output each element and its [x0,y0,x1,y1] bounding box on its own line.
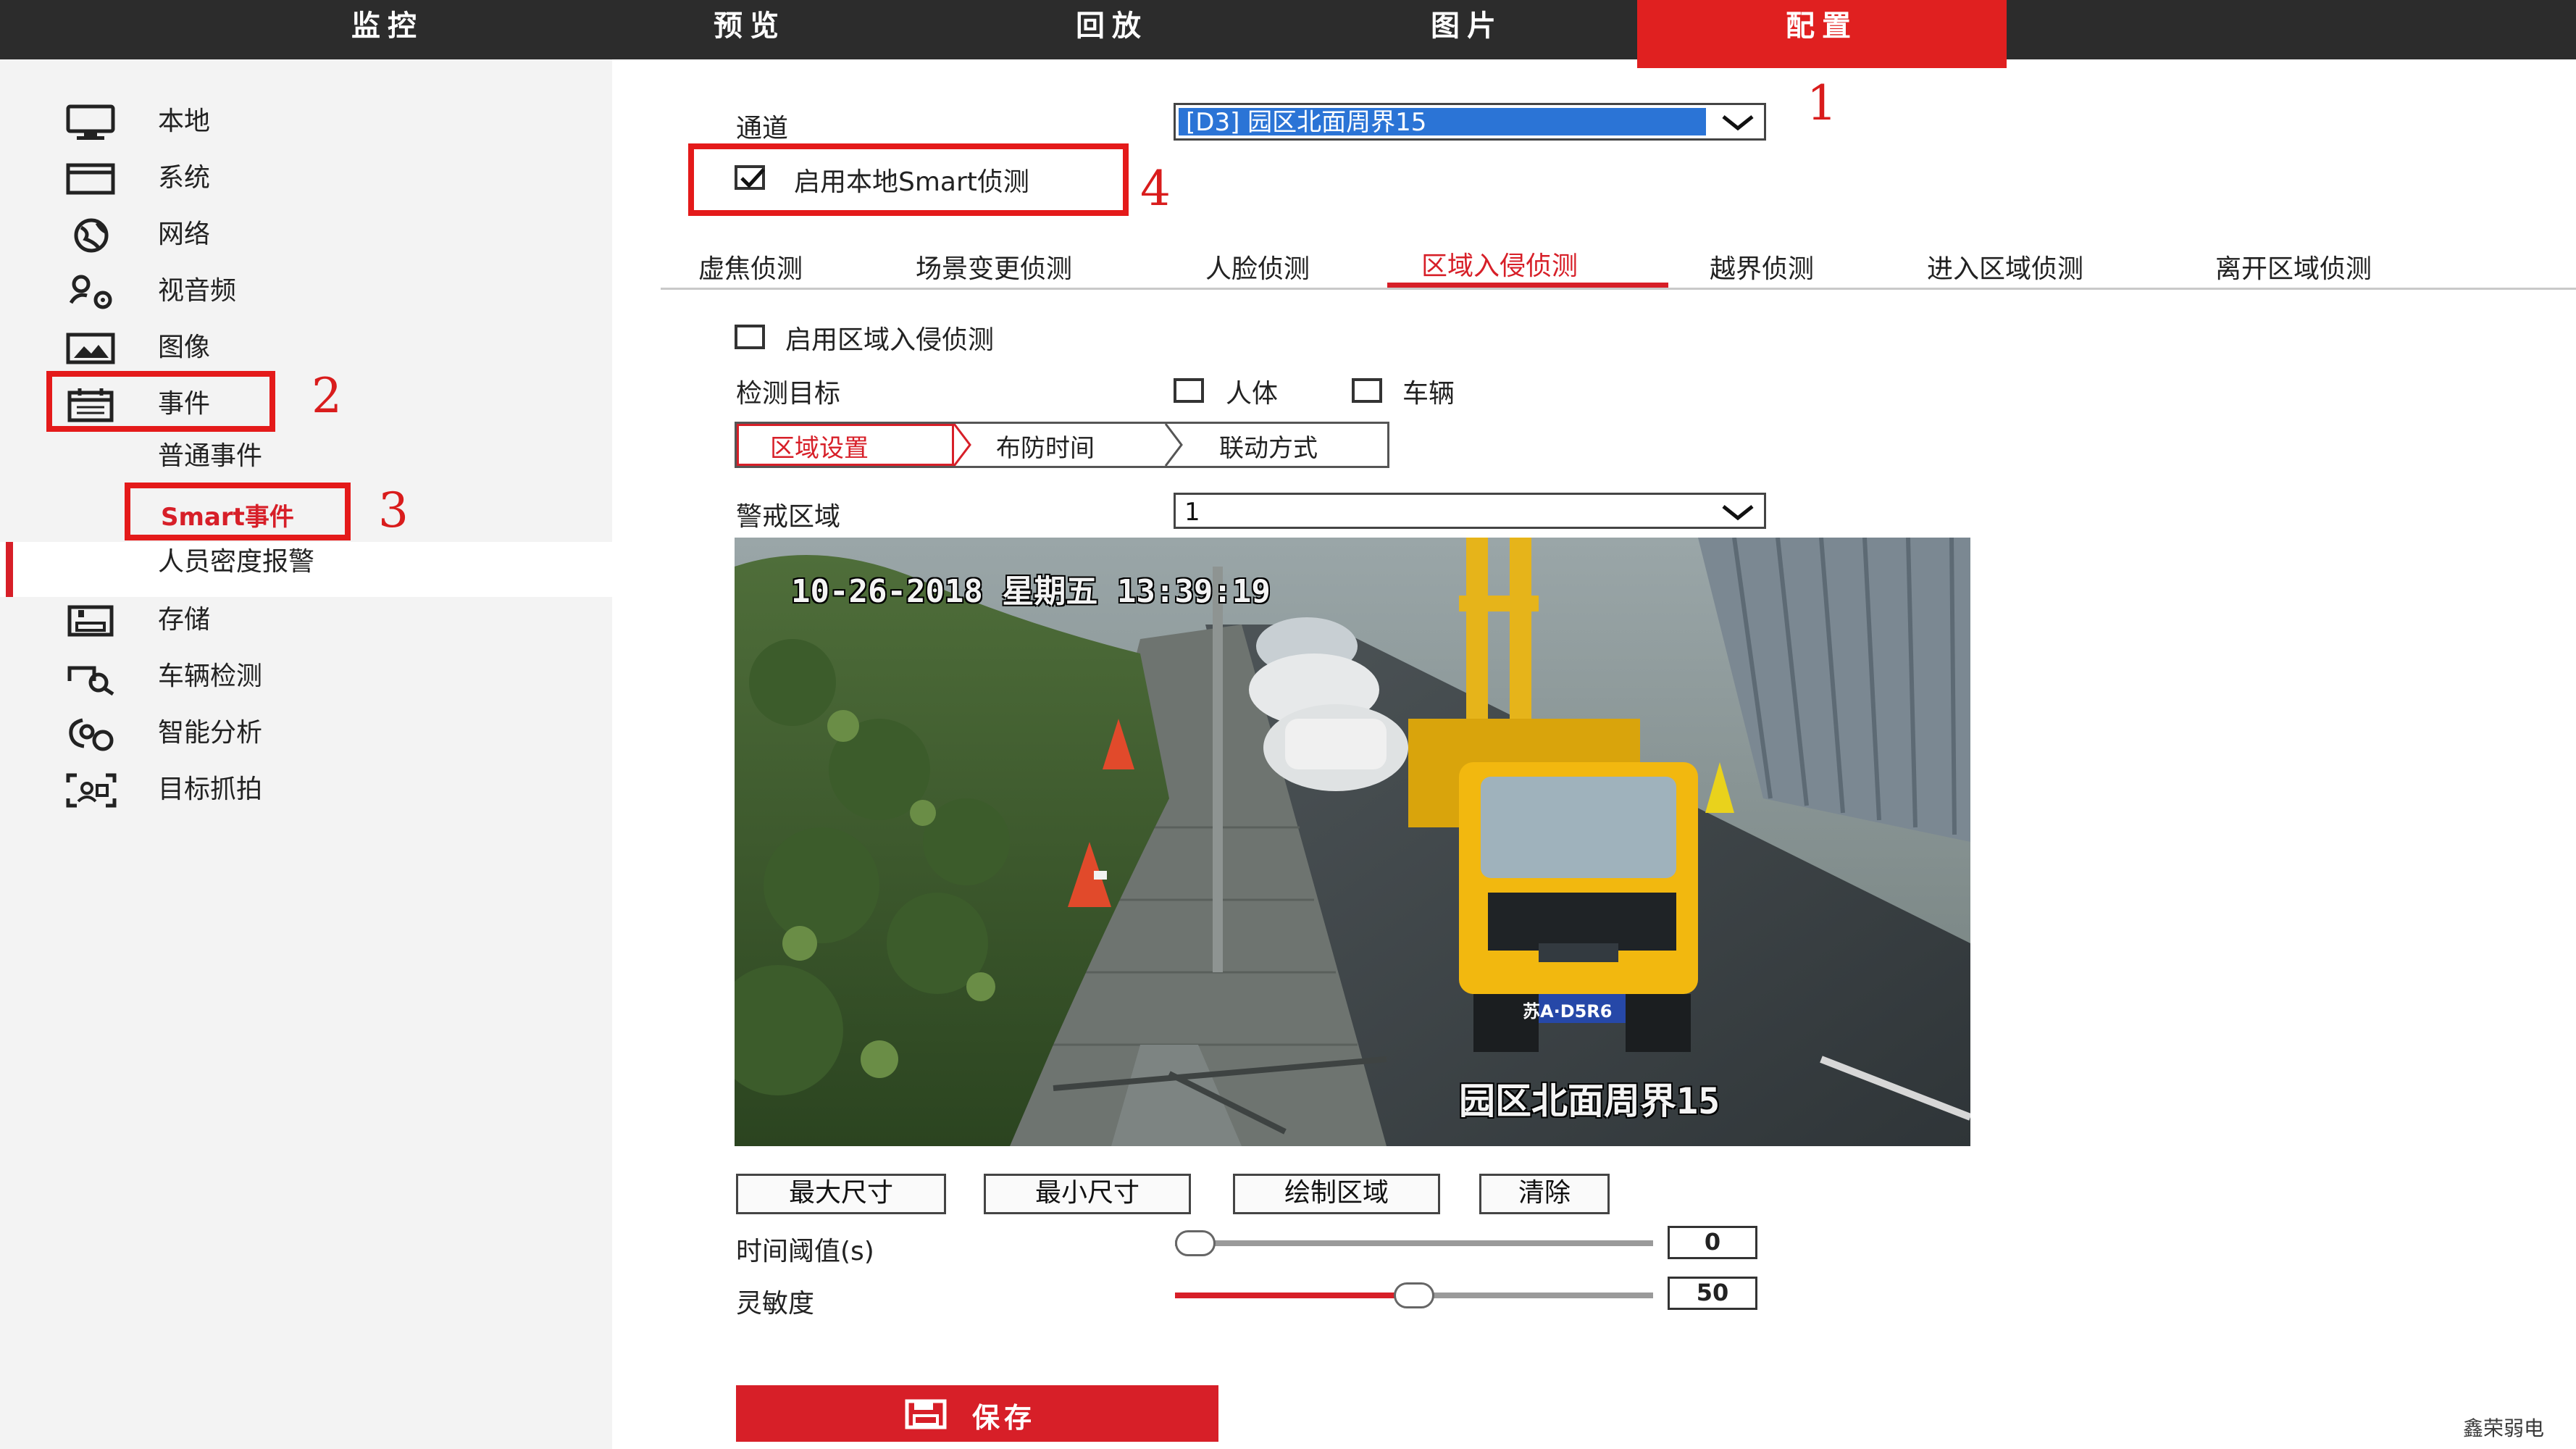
draw-area-button[interactable]: 绘制区域 [1233,1174,1440,1214]
annotation-number-2: 2 [311,368,342,424]
sidebar-item-network[interactable]: 网络 [65,212,500,258]
tab-configuration[interactable]: 配置 [1637,0,2007,68]
annotation-box-enable-smart [688,143,1129,216]
sidebar-item-target-capture[interactable]: 目标抓拍 [65,767,500,813]
tab-defocus-detection[interactable]: 虚焦侦测 [698,248,803,285]
tab-line-crossing-detection[interactable]: 越界侦测 [1710,248,1814,285]
vehicle-checkbox[interactable] [1352,378,1382,403]
sensitivity-fill [1175,1293,1414,1298]
min-size-button[interactable]: 最小尺寸 [984,1174,1191,1214]
sidebar-subitem-density-alarm[interactable]: 人员密度报警 [158,543,314,581]
clear-button[interactable]: 清除 [1479,1174,1610,1214]
sidebar-item-image[interactable]: 图像 [65,325,500,371]
warning-area-label: 警戒区域 [736,502,841,532]
annotation-number-4: 4 [1140,161,1171,217]
step-linkage-method[interactable]: 联动方式 [1219,428,1318,464]
monitor-icon [65,104,117,141]
time-threshold-input[interactable]: 0 [1668,1226,1757,1259]
watermark-text: 鑫荣弱电 [2463,1416,2545,1440]
sidebar-item-video-audio[interactable]: 视音频 [65,268,500,314]
active-tab-underline [1387,283,1668,288]
target-capture-icon [65,772,117,809]
sidebar-item-system[interactable]: 系统 [65,155,500,201]
detect-target-label: 检测目标 [736,379,841,409]
sensitivity-input[interactable]: 50 [1668,1277,1757,1310]
tab-monitor[interactable]: 监控 [254,0,522,59]
time-threshold-label: 时间阈值(s) [736,1237,874,1266]
sidebar-item-label: 图像 [158,333,211,362]
channel-select[interactable]: [D3] 园区北面周界15 [1174,103,1766,141]
storage-icon [65,603,117,639]
warning-area-select[interactable]: 1 [1174,493,1766,529]
osd-timestamp: 10-26-2018 星期五 13:39:19 [791,573,1271,610]
tab-region-entrance-detection[interactable]: 进入区域侦测 [1927,248,2083,285]
tab-face-detection[interactable]: 人脸侦测 [1205,248,1310,285]
tab-intrusion-detection[interactable]: 区域入侵侦测 [1421,245,1578,283]
annotation-box-smart-event [125,483,351,540]
top-navigation: 监控 预览 回放 图片 配置 [0,0,2576,68]
sidebar-item-smart-analysis[interactable]: 智能分析 [65,710,500,756]
sensitivity-handle[interactable] [1394,1282,1434,1308]
sidebar-item-label: 本地 [158,107,211,136]
sidebar-item-label: 网络 [158,220,211,249]
channel-label: 通道 [736,114,789,143]
config-step-bar: 区域设置 布防时间 联动方式 [735,422,1389,468]
step-arming-schedule[interactable]: 布防时间 [996,428,1095,464]
sidebar-item-vehicle-detect[interactable]: 车辆检测 [65,653,500,700]
sidebar-item-label: 视音频 [158,276,237,306]
enable-intrusion-label: 启用区域入侵侦测 [785,325,995,355]
annotation-box-event [46,371,275,432]
image-icon [65,330,117,367]
vehicle-detect-icon [65,659,117,696]
sidebar-item-label: 智能分析 [158,718,263,748]
time-threshold-handle[interactable] [1175,1230,1216,1256]
system-icon [65,161,117,197]
license-plate: 苏A·D5R6 [1523,1001,1613,1022]
camera-preview[interactable]: 10-26-2018 星期五 13:39:19 园区北面周界15 苏A·D5R6 [735,538,1970,1146]
save-label: 保存 [972,1402,1037,1434]
osd-channel-name: 园区北面周界15 [1459,1080,1720,1122]
chevron-down-icon [1719,502,1757,522]
globe-icon [65,217,117,254]
video-audio-icon [65,274,117,310]
human-label: 人体 [1226,379,1279,409]
sensitivity-label: 灵敏度 [736,1289,815,1319]
channel-value: [D3] 园区北面周界15 [1186,108,1427,137]
human-checkbox[interactable] [1174,378,1204,403]
time-threshold-track[interactable] [1175,1240,1653,1246]
sidebar-item-label: 车辆检测 [158,661,263,691]
sidebar-item-label: 系统 [158,163,211,193]
annotation-number-3: 3 [378,483,409,538]
annotation-number-1: 1 [1807,75,1837,131]
smart-analysis-icon [65,716,117,752]
tab-region-exit-detection[interactable]: 离开区域侦测 [2215,248,2372,285]
sidebar-item-label: 存储 [158,605,211,635]
tab-playback[interactable]: 回放 [978,0,1246,59]
sidebar-item-local[interactable]: 本地 [65,99,500,145]
warning-area-value: 1 [1184,498,1200,527]
save-button[interactable]: 保存 [736,1385,1218,1442]
sidebar-item-storage[interactable]: 存储 [65,597,500,643]
tab-scene-change-detection[interactable]: 场景变更侦测 [916,248,1072,285]
tab-picture[interactable]: 图片 [1333,0,1601,59]
vehicle-label: 车辆 [1402,379,1455,409]
camera-scene-illustration [735,538,1970,1146]
step-region-settings[interactable]: 区域设置 [770,428,869,464]
max-size-button[interactable]: 最大尺寸 [736,1174,946,1214]
enable-intrusion-checkbox[interactable] [735,325,765,349]
active-indicator [6,542,13,597]
sidebar-item-label: 目标抓拍 [158,774,263,804]
chevron-down-icon [1719,112,1757,133]
sidebar-subitem-normal-event[interactable]: 普通事件 [158,438,262,475]
tab-preview[interactable]: 预览 [616,0,884,59]
save-icon [904,1398,948,1437]
